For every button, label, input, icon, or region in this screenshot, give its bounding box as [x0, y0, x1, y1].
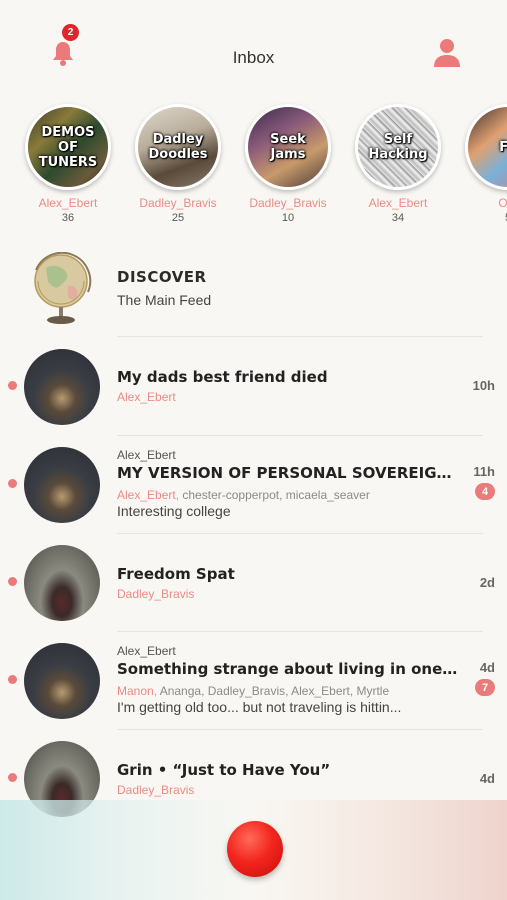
- channel-thumbnail: DEMOS OF TUNERS: [25, 104, 111, 190]
- thread-title: MY VERSION OF PERSONAL SOVEREIGN...: [117, 464, 462, 482]
- channel-count: 25: [171, 212, 185, 224]
- thread-row[interactable]: Alex_Ebert Something strange about livin…: [0, 632, 507, 730]
- channel-item[interactable]: Dadley Doodles Dadley_Bravis 25: [128, 100, 228, 224]
- avatar: [24, 643, 100, 719]
- unread-dot: [8, 577, 17, 586]
- thread-row[interactable]: My dads best friend died Alex_Ebert 10h: [0, 337, 507, 435]
- channel-title: Self Hacking: [368, 132, 428, 162]
- thread-title: Freedom Spat: [117, 565, 235, 583]
- thread-time: 4d: [479, 660, 495, 675]
- header: 2 Inbox: [0, 0, 507, 100]
- avatar: [24, 447, 100, 523]
- thread-row[interactable]: Alex_Ebert MY VERSION OF PERSONAL SOVERE…: [0, 436, 507, 534]
- profile-icon[interactable]: [432, 36, 462, 68]
- thread-poster: Alex_Ebert: [117, 448, 176, 462]
- thread-author: Alex_Ebert: [117, 390, 462, 404]
- discover-title: DISCOVER: [117, 268, 207, 286]
- channel-thumbnail: Self Hacking: [355, 104, 441, 190]
- channel-owner[interactable]: OM: [458, 196, 507, 210]
- participant-list: chester-copperpot, micaela_seaver: [179, 488, 370, 502]
- channel-strip[interactable]: DEMOS OF TUNERS Alex_Ebert 36 Dadley Doo…: [0, 100, 507, 235]
- thread-participants: Alex_Ebert, chester-copperpot, micaela_s…: [117, 488, 462, 502]
- page-title: Inbox: [232, 48, 275, 67]
- participant-list: Ananga, Dadley_Bravis, Alex_Ebert, Myrtl…: [157, 684, 390, 698]
- thread-time: 2d: [479, 575, 495, 590]
- channel-thumbnail: Fu: [465, 104, 507, 190]
- globe-icon: [34, 252, 92, 324]
- thread-time: 4d: [479, 771, 495, 786]
- thread-author: Dadley_Bravis: [117, 783, 462, 797]
- thread-preview: I'm getting old too... but not traveling…: [117, 699, 402, 715]
- unread-dot: [8, 381, 17, 390]
- record-icon[interactable]: [227, 821, 283, 877]
- channel-owner[interactable]: Alex_Ebert: [18, 196, 118, 210]
- unread-count-badge: 7: [475, 679, 495, 696]
- channel-thumbnail: Seek Jams: [245, 104, 331, 190]
- participant-highlight: Manon,: [117, 684, 158, 698]
- discover-subtitle: The Main Feed: [117, 292, 212, 308]
- channel-title: DEMOS OF TUNERS: [38, 124, 98, 170]
- unread-dot: [8, 479, 17, 488]
- bottom-bar: [0, 800, 507, 900]
- author-name: Dadley_Bravis: [117, 587, 195, 601]
- channel-owner[interactable]: Dadley_Bravis: [128, 196, 228, 210]
- participant-highlight: Alex_Ebert,: [117, 488, 180, 502]
- thread-title: My dads best friend died: [117, 368, 328, 386]
- channel-owner[interactable]: Alex_Ebert: [348, 196, 448, 210]
- channel-count: 36: [61, 212, 75, 224]
- unread-count-badge: 4: [475, 483, 495, 500]
- channel-count: 10: [281, 212, 295, 224]
- channel-item[interactable]: Self Hacking Alex_Ebert 34: [348, 100, 448, 224]
- channel-count: 5: [458, 212, 507, 224]
- thread-row[interactable]: Freedom Spat Dadley_Bravis 2d: [0, 534, 507, 632]
- author-name: Dadley_Bravis: [117, 783, 195, 797]
- channel-thumbnail: Dadley Doodles: [135, 104, 221, 190]
- author-name: Alex_Ebert: [117, 390, 176, 404]
- thread-time: 11h: [473, 464, 495, 479]
- discover-row[interactable]: DISCOVER The Main Feed: [0, 250, 507, 336]
- thread-title: Grin • “Just to Have You”: [117, 761, 331, 779]
- channel-title: Dadley Doodles: [148, 132, 208, 162]
- channel-title: Fu: [499, 139, 507, 155]
- thread-time: 10h: [472, 378, 495, 393]
- channel-count: 34: [391, 212, 405, 224]
- channel-item[interactable]: Fu OM 5: [458, 100, 507, 224]
- channel-item[interactable]: Seek Jams Dadley_Bravis 10: [238, 100, 338, 224]
- thread-poster: Alex_Ebert: [117, 644, 176, 658]
- thread-participants: Manon, Ananga, Dadley_Bravis, Alex_Ebert…: [117, 684, 462, 698]
- thread-author: Dadley_Bravis: [117, 587, 462, 601]
- channel-owner[interactable]: Dadley_Bravis: [238, 196, 338, 210]
- channel-title: Seek Jams: [270, 132, 306, 162]
- notification-badge: 2: [62, 24, 79, 41]
- thread-preview: Interesting college: [117, 503, 231, 519]
- unread-dot: [8, 675, 17, 684]
- unread-dot: [8, 773, 17, 782]
- channel-item[interactable]: DEMOS OF TUNERS Alex_Ebert 36: [18, 100, 118, 224]
- thread-title: Something strange about living in one pl…: [117, 660, 462, 678]
- avatar: [24, 545, 100, 621]
- avatar: [24, 349, 100, 425]
